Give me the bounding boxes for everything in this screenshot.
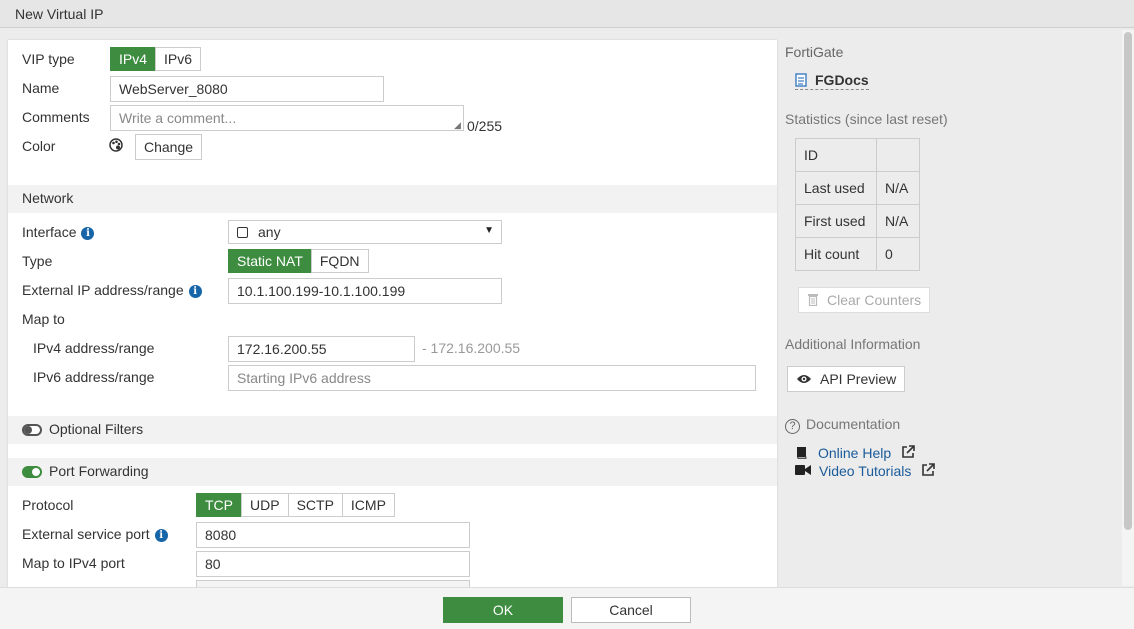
network-section-header: Network xyxy=(8,185,777,213)
dialog-footer: OK Cancel xyxy=(0,587,1134,629)
ipv6-range-label: IPv6 address/range xyxy=(33,369,155,385)
name-label: Name xyxy=(22,80,60,96)
stat-key: First used xyxy=(795,204,877,238)
optional-filters-title: Optional Filters xyxy=(49,421,144,437)
stat-value: N/A xyxy=(876,204,920,238)
optional-filters-toggle[interactable] xyxy=(22,424,42,436)
table-row: Last used N/A xyxy=(795,171,920,205)
protocol-tcp[interactable]: TCP xyxy=(196,493,242,517)
fgdocs-label: FGDocs xyxy=(815,72,869,88)
protocol-udp[interactable]: UDP xyxy=(241,493,289,517)
comments-resize-icon[interactable]: ◢ xyxy=(454,120,461,131)
protocol-sctp[interactable]: SCTP xyxy=(287,493,343,517)
external-ip-label: External IP address/range i xyxy=(22,282,202,298)
palette-icon xyxy=(109,138,123,152)
stat-key: Last used xyxy=(795,171,877,205)
online-help-link[interactable]: Online Help xyxy=(795,445,915,461)
scrollbar[interactable] xyxy=(1122,30,1134,586)
stat-key: Hit count xyxy=(795,237,877,271)
api-preview-button[interactable]: API Preview xyxy=(787,366,906,392)
network-section-title: Network xyxy=(22,190,74,206)
api-preview-label: API Preview xyxy=(820,371,897,387)
window-title: New Virtual IP xyxy=(0,0,1134,28)
type-fqdn[interactable]: FQDN xyxy=(310,249,369,273)
video-tutorials-link[interactable]: Video Tutorials xyxy=(795,463,936,479)
additional-info-title: Additional Information xyxy=(785,336,921,352)
vip-type-selector: IPv4 IPv6 xyxy=(110,47,202,71)
port-forwarding-title: Port Forwarding xyxy=(49,463,149,479)
type-selector: Static NAT FQDN xyxy=(228,249,369,273)
map-ipv4-port-input[interactable]: 80 xyxy=(196,551,470,577)
clear-counters-button[interactable]: Clear Counters xyxy=(798,287,931,313)
port-forwarding-toggle[interactable] xyxy=(22,466,42,478)
external-port-input[interactable]: 8080 xyxy=(196,522,470,548)
stat-value xyxy=(876,138,920,172)
external-link-icon xyxy=(901,445,915,459)
external-port-label-text: External service port xyxy=(22,526,150,542)
interface-select[interactable]: any ▼ xyxy=(228,220,502,244)
interface-checkbox-icon xyxy=(237,227,248,238)
protocol-label: Protocol xyxy=(22,497,74,513)
interface-label-text: Interface xyxy=(22,224,77,240)
ipv6-range-input[interactable]: Starting IPv6 address xyxy=(228,365,756,391)
comments-counter: 0/255 xyxy=(467,118,503,134)
book-icon xyxy=(795,446,808,459)
info-icon[interactable]: i xyxy=(188,285,202,298)
external-port-label: External service port i xyxy=(22,526,168,542)
vip-type-ipv6[interactable]: IPv6 xyxy=(155,47,202,71)
stat-value: 0 xyxy=(876,237,920,271)
online-help-label: Online Help xyxy=(818,445,892,461)
type-static-nat[interactable]: Static NAT xyxy=(228,249,312,273)
device-name: FortiGate xyxy=(785,44,844,60)
map-ipv4-port-label: Map to IPv4 port xyxy=(22,555,125,571)
fgdocs-link[interactable]: FGDocs xyxy=(795,72,869,90)
protocol-icmp[interactable]: ICMP xyxy=(341,493,395,517)
interface-label: Interface i xyxy=(22,224,95,240)
external-link-icon xyxy=(921,463,936,477)
chevron-down-icon: ▼ xyxy=(484,225,494,236)
video-camera-icon xyxy=(795,463,811,475)
scrollbar-thumb[interactable] xyxy=(1124,32,1132,530)
clear-counters-label: Clear Counters xyxy=(827,292,922,308)
question-icon: ? xyxy=(785,419,800,434)
table-row: First used N/A xyxy=(795,204,920,238)
cancel-button[interactable]: Cancel xyxy=(571,597,691,623)
documentation-title: Documentation xyxy=(806,416,901,432)
map-ipv6-port-input[interactable] xyxy=(196,580,470,587)
vip-type-ipv4[interactable]: IPv4 xyxy=(110,47,157,71)
interface-value: any xyxy=(258,224,281,240)
info-icon[interactable]: i xyxy=(154,529,168,542)
ipv4-range-suffix: - 172.16.200.55 xyxy=(422,340,521,356)
table-row: Hit count 0 xyxy=(795,237,920,271)
video-tutorials-label: Video Tutorials xyxy=(819,463,912,479)
name-input[interactable]: WebServer_8080 xyxy=(110,76,384,102)
external-ip-label-text: External IP address/range xyxy=(22,282,184,298)
external-ip-input[interactable]: 10.1.100.199-10.1.100.199 xyxy=(228,278,502,304)
color-label: Color xyxy=(22,138,56,154)
type-label: Type xyxy=(22,253,53,269)
main-form: VIP type IPv4 IPv6 Name WebServer_8080 C… xyxy=(8,40,777,587)
port-forwarding-header: Port Forwarding xyxy=(8,458,777,486)
comments-textarea[interactable]: Write a comment... xyxy=(110,105,464,131)
eye-icon xyxy=(796,372,812,384)
ipv4-range-label: IPv4 address/range xyxy=(33,340,155,356)
document-icon xyxy=(795,73,809,87)
stats-title: Statistics (since last reset) xyxy=(785,111,948,127)
stat-value: N/A xyxy=(876,171,920,205)
ok-button[interactable]: OK xyxy=(443,597,563,623)
documentation-header: ? Documentation xyxy=(785,416,900,434)
stats-table: ID Last used N/A First used N/A Hit count 0 xyxy=(795,138,920,271)
stat-key: ID xyxy=(795,138,877,172)
vip-type-label: VIP type xyxy=(22,51,75,67)
optional-filters-header: Optional Filters xyxy=(8,416,777,444)
info-icon[interactable]: i xyxy=(81,227,95,240)
map-to-label: Map to xyxy=(22,311,65,327)
color-change-button[interactable]: Change xyxy=(135,134,203,160)
comments-label: Comments xyxy=(22,109,90,125)
ipv4-range-input[interactable]: 172.16.200.55 xyxy=(228,336,415,362)
trash-icon xyxy=(807,293,819,307)
protocol-selector: TCP UDP SCTP ICMP xyxy=(196,493,395,517)
table-row: ID xyxy=(795,138,920,172)
